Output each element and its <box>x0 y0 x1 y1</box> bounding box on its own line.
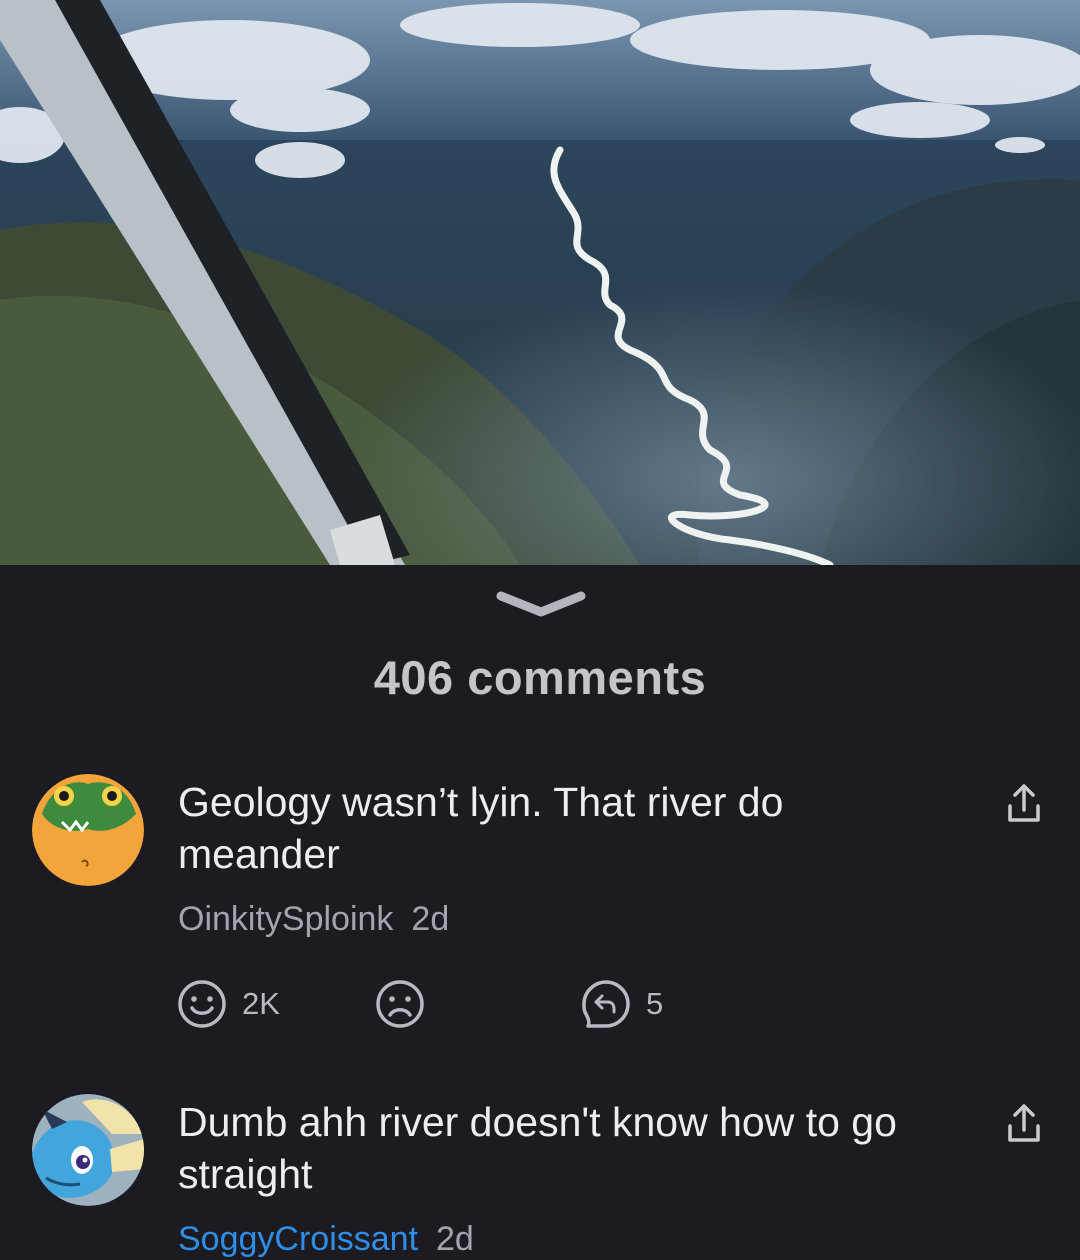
river-valley-photo <box>0 0 1080 565</box>
reply-icon <box>582 980 630 1028</box>
reply-count: 5 <box>646 986 664 1021</box>
post-image[interactable] <box>0 0 1080 565</box>
comment-text: Dumb ahh river doesn't know how to go st… <box>178 1099 897 1197</box>
dislike-button[interactable] <box>374 978 426 1030</box>
username[interactable]: SoggyCroissant <box>178 1220 418 1258</box>
chevron-down-icon[interactable] <box>495 588 587 622</box>
timestamp: 2d <box>436 1220 474 1258</box>
smile-icon <box>178 980 226 1028</box>
avatar[interactable] <box>32 774 144 886</box>
comments-count: 406 comments <box>373 651 707 704</box>
comment-text: Geology wasn’t lyin. That river do meand… <box>178 779 784 877</box>
timestamp: 2d <box>411 900 450 938</box>
like-button[interactable]: 2K <box>176 978 280 1030</box>
frown-icon <box>376 980 424 1028</box>
comment-meta: SoggyCroissant 2d <box>178 1220 474 1259</box>
username[interactable]: OinkitySploink <box>178 900 393 938</box>
comment-meta: OinkitySploink 2d <box>178 900 449 939</box>
comment-actions: 2K 5 <box>176 978 696 1030</box>
share-icon[interactable] <box>1004 1102 1044 1146</box>
like-count: 2K <box>242 986 280 1021</box>
avatar[interactable] <box>32 1094 144 1206</box>
share-icon[interactable] <box>1004 782 1044 826</box>
reply-button[interactable]: 5 <box>580 978 663 1030</box>
